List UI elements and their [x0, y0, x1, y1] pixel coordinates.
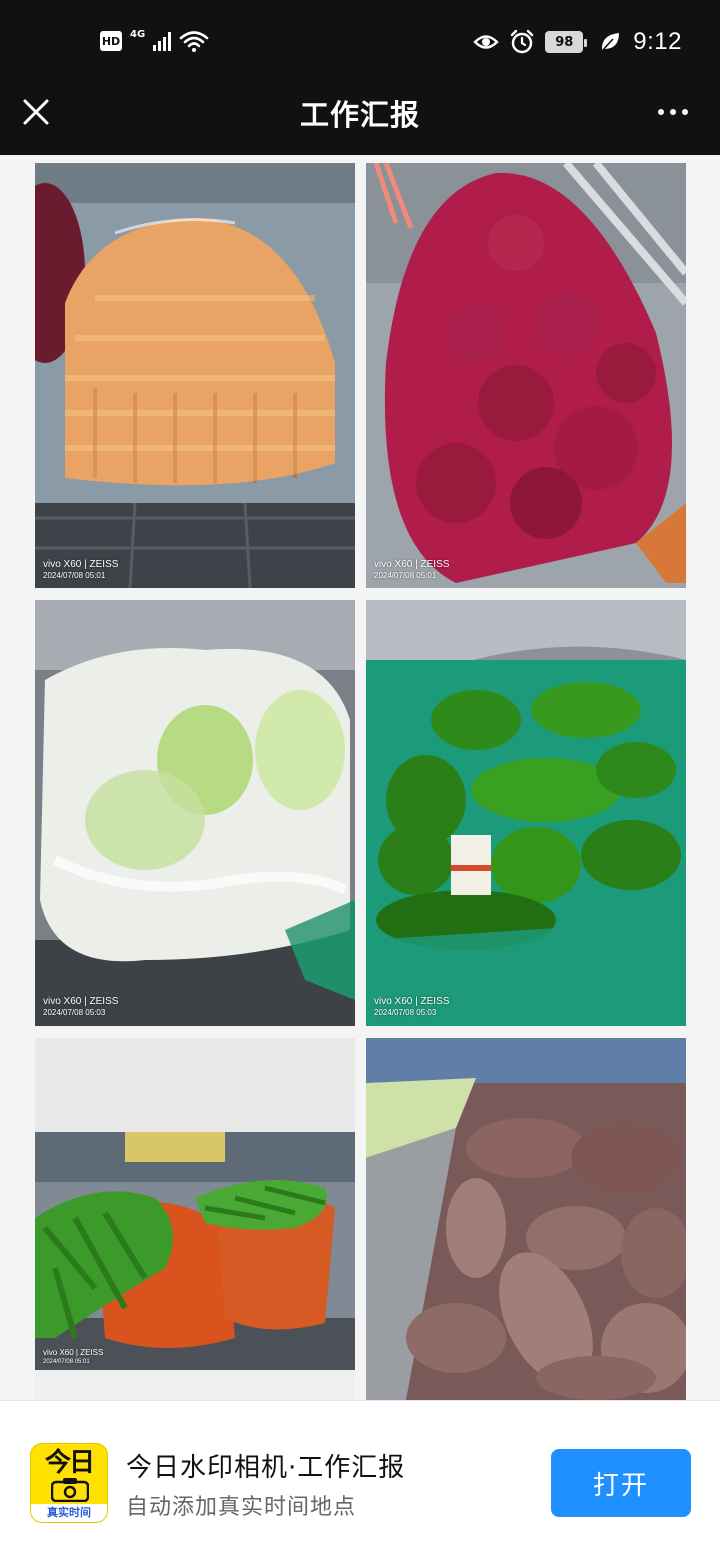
signal-icon	[153, 31, 172, 51]
more-icon	[658, 109, 664, 115]
clock: 9:12	[633, 28, 682, 55]
photo-onions[interactable]: vivo X60 | ZEISS 2024/07/08 05:01	[366, 163, 686, 588]
photo-grid: vivo X60 | ZEISS 2024/07/08 05:01 vivo X…	[0, 155, 720, 1400]
leaf-icon	[601, 33, 620, 52]
open-app-button[interactable]: 打开	[551, 1449, 691, 1517]
photo-cabbage[interactable]: vivo X60 | ZEISS 2024/07/08 05:03	[35, 600, 355, 1026]
carrots-image	[35, 163, 355, 588]
network-type: 4G	[130, 29, 146, 40]
photo-watermark: vivo X60 | ZEISS 2024/07/08 05:01	[43, 559, 119, 580]
app-banner: 今日 真实时间 今日水印相机·工作汇报 自动添加真实时间地点 打开	[0, 1400, 720, 1560]
cabbage-image	[35, 600, 355, 1026]
app-logo[interactable]: 今日 真实时间	[30, 1443, 108, 1523]
photo-garlic-sprouts[interactable]: vivo X60 | ZEISS 2024/07/08 05:01	[35, 1038, 355, 1400]
sweet-potatoes-image	[366, 1038, 686, 1400]
photo-carrots[interactable]: vivo X60 | ZEISS 2024/07/08 05:01	[35, 163, 355, 588]
battery-icon: 98	[545, 31, 588, 53]
status-bar: HD 4G 98 9:12	[0, 0, 720, 82]
status-left: HD 4G	[100, 26, 209, 56]
status-right: 98 9:12	[473, 26, 682, 58]
hd-icon: HD	[100, 31, 122, 51]
photo-watermark: vivo X60 | ZEISS 2024/07/08 05:01	[374, 559, 450, 580]
page-title: 工作汇报	[299, 98, 420, 132]
more-button[interactable]	[648, 90, 698, 134]
logo-caption: 真实时间	[31, 1504, 107, 1522]
eye-icon	[473, 35, 499, 49]
photo-sweet-potatoes[interactable]	[366, 1038, 686, 1400]
logo-text: 今日	[44, 1448, 95, 1478]
photo-watermark: vivo X60 | ZEISS 2024/07/08 05:03	[374, 996, 450, 1017]
photo-watermark: vivo X60 | ZEISS 2024/07/08 05:01	[43, 1348, 104, 1365]
onions-image	[366, 163, 686, 588]
nav-bar: 工作汇报	[0, 82, 720, 155]
photo-peppers[interactable]: vivo X60 | ZEISS 2024/07/08 05:03	[366, 600, 686, 1026]
garlic-sprouts-image	[35, 1038, 355, 1400]
app-description: 自动添加真实时间地点	[126, 1495, 357, 1520]
alarm-icon	[511, 29, 534, 54]
peppers-image	[366, 600, 686, 1026]
camera-icon	[51, 1478, 89, 1502]
wifi-icon	[179, 31, 209, 52]
app-name: 今日水印相机·工作汇报	[126, 1453, 406, 1483]
photo-watermark: vivo X60 | ZEISS 2024/07/08 05:03	[43, 996, 119, 1017]
